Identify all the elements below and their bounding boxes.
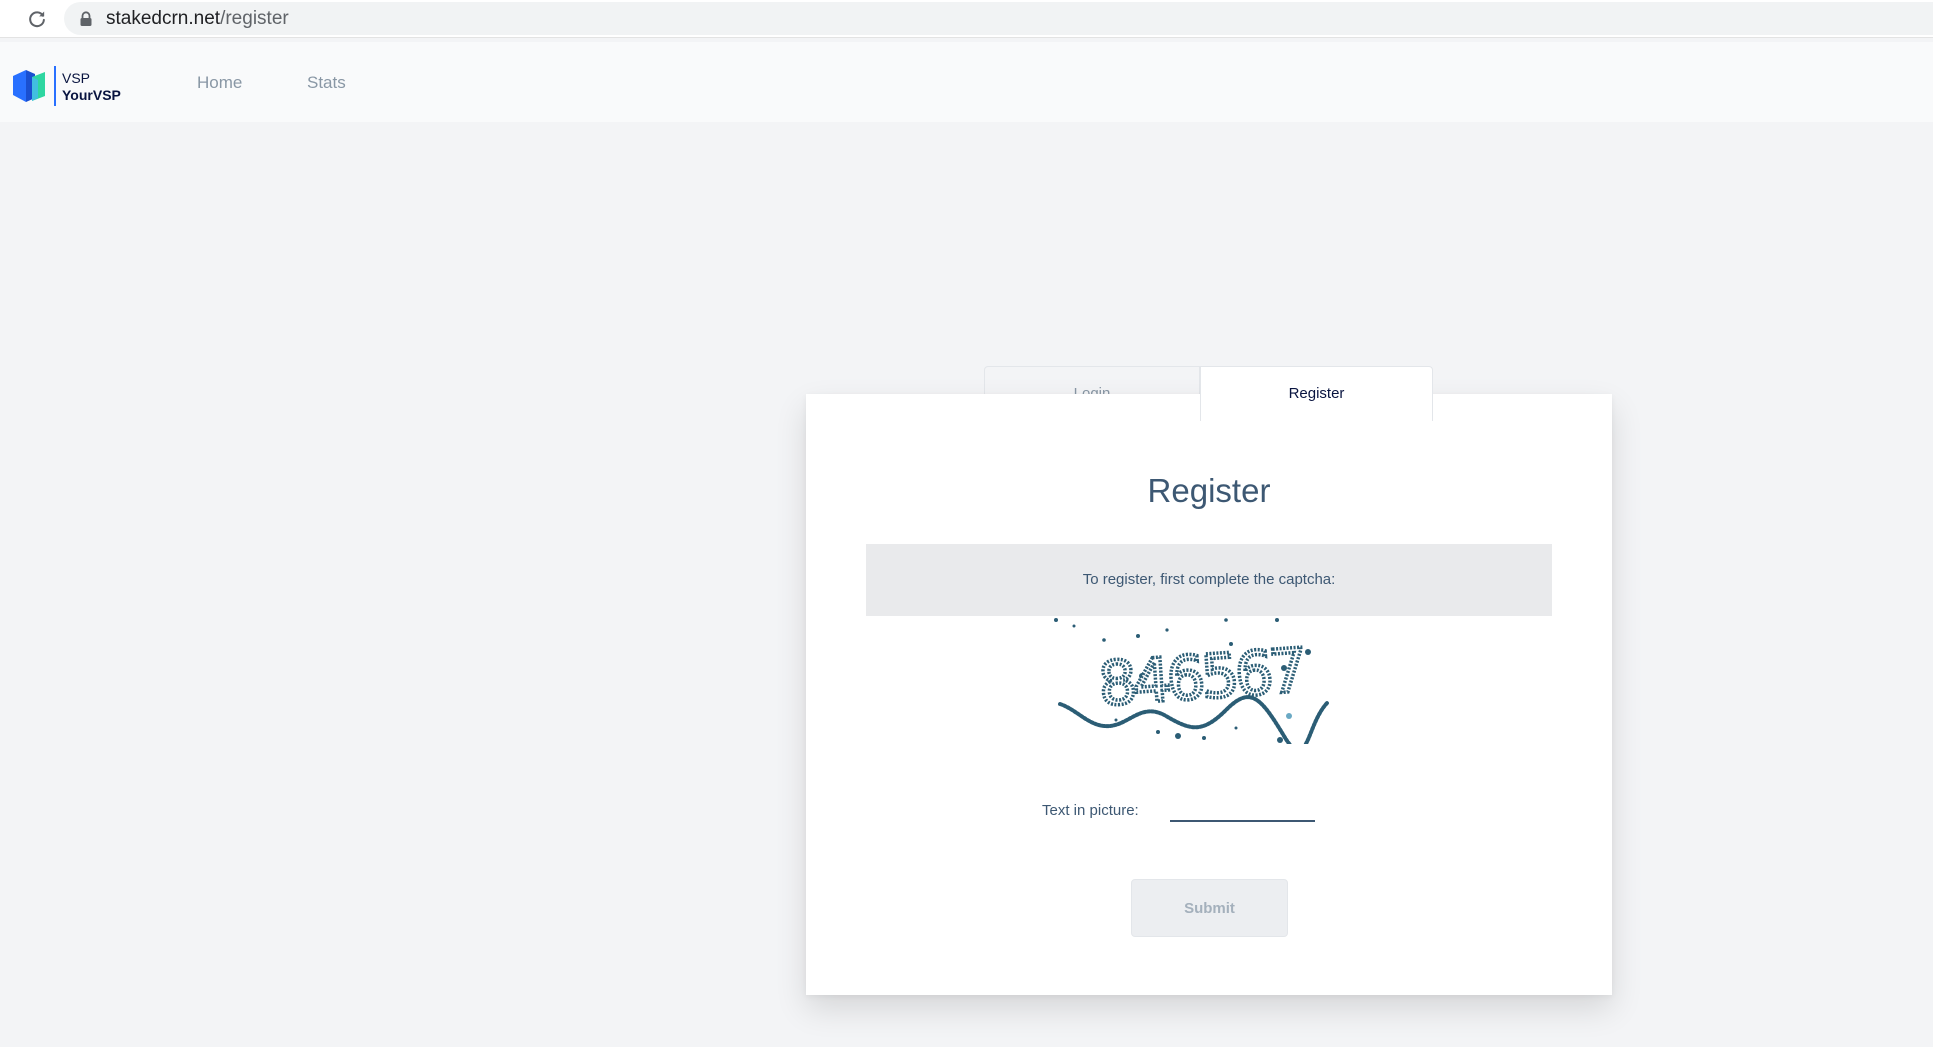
nav-link-home[interactable]: Home: [197, 73, 242, 93]
url-host: stakedcrn.net: [106, 8, 221, 29]
browser-toolbar: stakedcrn.net/register: [0, 0, 1933, 38]
submit-button[interactable]: Submit: [1131, 879, 1288, 937]
logo-line1: VSP: [62, 70, 91, 86]
site-header: VSP YourVSP Home Stats: [0, 42, 1933, 122]
url-path: /register: [220, 8, 289, 29]
page-title: Register: [1147, 472, 1271, 509]
register-card: Register To register, first complete the…: [806, 394, 1612, 995]
captcha-text: 846567: [1096, 636, 1305, 720]
tab-register[interactable]: Register: [1200, 366, 1433, 421]
logo-line2: YourVSP: [62, 87, 121, 103]
captcha-label: Text in picture:: [1042, 802, 1139, 819]
captcha-instructions: To register, first complete the captcha:: [866, 544, 1552, 616]
nav-link-stats[interactable]: Stats: [307, 73, 346, 93]
captcha-input[interactable]: [1170, 794, 1315, 822]
captcha-image: 846567: [1054, 618, 1330, 744]
url-text: stakedcrn.net/register: [106, 8, 289, 30]
reload-icon[interactable]: [26, 8, 48, 30]
logo-divider: [54, 66, 56, 106]
vsp-logo-icon[interactable]: [10, 68, 48, 104]
lock-icon: [80, 11, 92, 26]
address-bar[interactable]: stakedcrn.net/register: [64, 2, 1933, 35]
